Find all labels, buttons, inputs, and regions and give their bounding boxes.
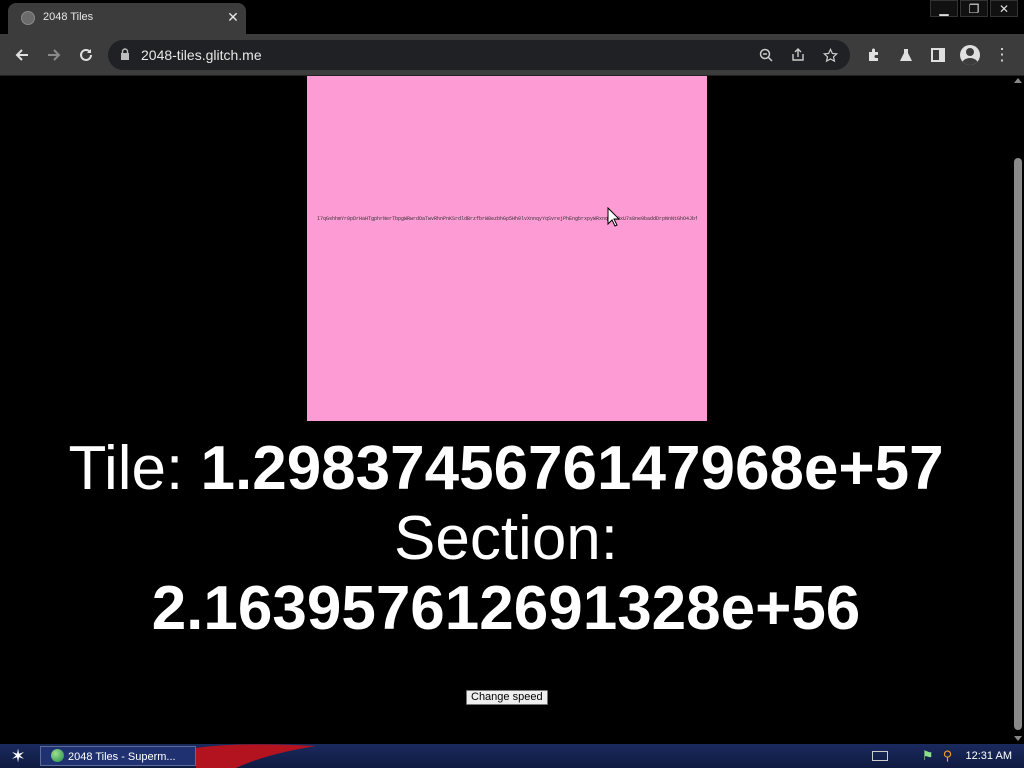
tab-strip: 2048 Tiles ✕ ▁ ❐ ✕ xyxy=(0,0,1024,34)
forward-icon[interactable] xyxy=(38,34,70,76)
extensions-icon[interactable] xyxy=(858,34,890,76)
taskbar-decoration xyxy=(196,744,316,768)
tile-info: Tile: 1.2983745676147968e+57 Section: 2.… xyxy=(0,434,1012,644)
page-viewport: I7qGshhmYr0pDrHaHTgphrNerTbpgWRwrdOaTwvR… xyxy=(0,76,1012,744)
clock: 12:31 AM xyxy=(965,750,1012,762)
game-tile[interactable]: I7qGshhmYr0pDrHaHTgphrNerTbpgWRwrdOaTwvR… xyxy=(307,76,707,421)
search-icon[interactable]: ⚲ xyxy=(940,748,956,764)
mouse-cursor-icon xyxy=(607,207,621,227)
taskbar-item-label: 2048 Tiles - Superm... xyxy=(68,751,176,763)
scroll-down-icon[interactable] xyxy=(1014,736,1022,741)
address-bar[interactable]: 2048-tiles.glitch.me xyxy=(108,40,850,70)
window-controls: ▁ ❐ ✕ xyxy=(930,0,1018,18)
tab-title: 2048 Tiles xyxy=(43,11,94,23)
restore-icon[interactable]: ❐ xyxy=(960,0,988,17)
browser-globe-icon xyxy=(51,749,64,762)
keyboard-icon[interactable] xyxy=(871,751,888,761)
side-panel-icon[interactable] xyxy=(922,34,954,76)
browser-toolbar: 2048-tiles.glitch.me ⋮ xyxy=(0,34,1024,76)
url-text[interactable]: 2048-tiles.glitch.me xyxy=(141,47,262,63)
tile-text: I7qGshhmYr0pDrHaHTgphrNerTbpgWRwrdOaTwvR… xyxy=(317,216,697,222)
taskbar-item-browser[interactable]: 2048 Tiles - Superm... xyxy=(40,746,196,766)
avatar xyxy=(960,45,980,65)
minimize-icon[interactable]: ▁ xyxy=(930,0,958,17)
tab-active[interactable]: 2048 Tiles ✕ xyxy=(8,3,246,34)
section-label: Section: xyxy=(393,504,619,573)
section-value: 2.163957612691328e+56 xyxy=(151,574,861,643)
lock-icon[interactable] xyxy=(120,48,130,60)
page-scrollbar[interactable] xyxy=(1012,76,1024,744)
change-speed-button[interactable]: Change speed xyxy=(466,690,548,705)
share-icon[interactable] xyxy=(782,40,814,70)
system-tray: ⚑ ⚲ 12:31 AM xyxy=(871,744,1024,768)
tile-value: 1.2983745676147968e+57 xyxy=(200,434,944,503)
tab-close-icon[interactable]: ✕ xyxy=(225,9,241,25)
network-icon[interactable]: ⚑ xyxy=(920,748,936,764)
bookmark-star-icon[interactable] xyxy=(814,40,846,70)
profile-icon[interactable] xyxy=(954,34,986,76)
scroll-thumb[interactable] xyxy=(1014,158,1022,730)
start-star-icon[interactable]: ✶ xyxy=(8,746,28,766)
close-window-icon[interactable]: ✕ xyxy=(990,0,1018,17)
labs-icon[interactable] xyxy=(890,34,922,76)
menu-icon[interactable]: ⋮ xyxy=(986,34,1018,76)
reload-icon[interactable] xyxy=(70,34,102,76)
back-icon[interactable] xyxy=(6,34,38,76)
globe-favicon-icon xyxy=(21,11,35,25)
tile-line: Tile: 1.2983745676147968e+57 xyxy=(0,434,1012,504)
scroll-up-icon[interactable] xyxy=(1014,78,1022,83)
taskbar: ✶ 2048 Tiles - Superm... ⚑ ⚲ 12:31 AM xyxy=(0,744,1024,768)
tile-label: Tile: xyxy=(68,434,184,503)
zoom-icon[interactable] xyxy=(750,40,782,70)
